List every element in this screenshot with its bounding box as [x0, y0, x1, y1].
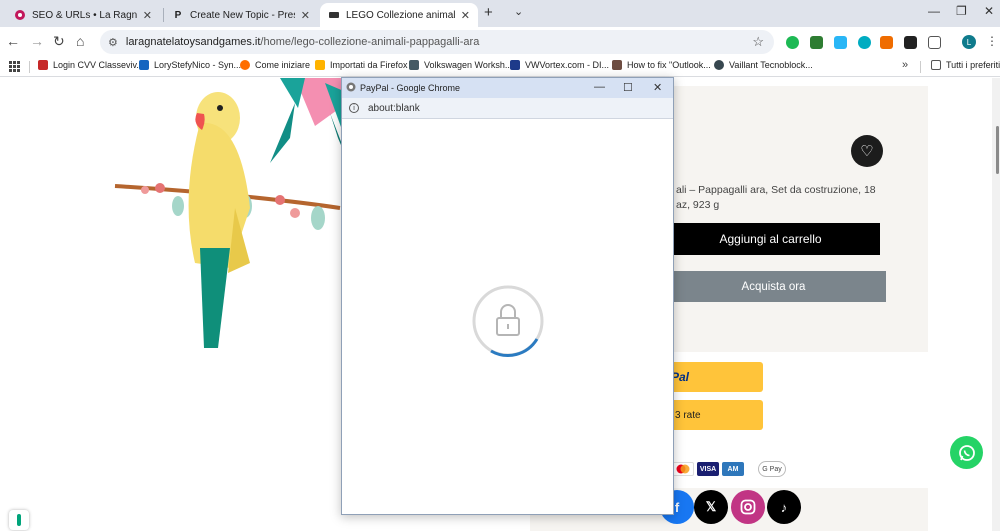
- tab-title: LEGO Collezione animali – Papp: [346, 9, 455, 21]
- ragnatela-favicon-icon: [14, 9, 26, 21]
- popup-title: PayPal - Google Chrome: [360, 83, 461, 93]
- scrollbar-thumb[interactable]: [996, 126, 999, 174]
- close-tab-icon[interactable]: ✕: [301, 9, 310, 22]
- extension-orange-icon[interactable]: [880, 36, 893, 49]
- bookmark-favicon-icon: [714, 60, 724, 70]
- visa-icon: VISA: [697, 462, 719, 476]
- paypal-installments-button[interactable]: 3 rate: [661, 400, 763, 430]
- bookmarks-divider: [920, 61, 921, 73]
- more-bookmarks-chevron-icon[interactable]: »: [902, 59, 908, 71]
- bookmark-favicon-icon: [612, 60, 622, 70]
- bookmark-item[interactable]: VWVortex.com - DI...: [510, 60, 609, 70]
- popup-url: about:blank: [368, 102, 420, 114]
- tab-lego-collezione[interactable]: LEGO Collezione animali – Papp ✕: [320, 3, 478, 27]
- lego-parrot-image: [114, 78, 360, 348]
- instagram-icon[interactable]: [731, 490, 765, 524]
- bookmark-item[interactable]: LoryStefyNico - Syn...: [139, 60, 241, 70]
- google-pay-icon: G Pay: [758, 461, 786, 477]
- installments-label: 3 rate: [675, 409, 701, 421]
- profile-avatar[interactable]: L: [962, 35, 976, 49]
- tiktok-icon[interactable]: ♪: [767, 490, 801, 524]
- cookie-settings-icon[interactable]: [9, 510, 29, 530]
- bookmark-item[interactable]: Vaillant Tecnoblock...: [714, 60, 813, 70]
- mastercard-icon: [672, 462, 694, 476]
- bookmark-favicon-icon: [139, 60, 149, 70]
- whatsapp-chat-icon[interactable]: [950, 436, 983, 469]
- tab-create-topic[interactable]: P Create New Topic - PrestaShop ✕: [164, 3, 318, 27]
- popup-titlebar[interactable]: PayPal - Google Chrome — ☐ ✕: [342, 78, 673, 98]
- tab-title: SEO & URLs • La Ragnatela Toy: [32, 9, 137, 21]
- bookmark-favicon-icon: [38, 60, 48, 70]
- bookmark-label: How to fix "Outlook...: [627, 60, 711, 70]
- tab-search-chevron-icon[interactable]: ⌄: [514, 5, 523, 18]
- folder-icon: [931, 60, 941, 70]
- tab-strip: SEO & URLs • La Ragnatela Toy ✕ P Create…: [0, 0, 1000, 27]
- bookmark-label: Vaillant Tecnoblock...: [729, 60, 813, 70]
- home-icon[interactable]: ⌂: [76, 33, 84, 49]
- paypal-popup-window[interactable]: PayPal - Google Chrome — ☐ ✕ i about:bla…: [341, 77, 674, 515]
- bookmark-star-icon[interactable]: ☆: [752, 34, 764, 50]
- product-description: ali – Pappagalli ara, Set da costruzione…: [676, 184, 876, 211]
- folder-icon: [315, 60, 325, 70]
- bookmarks-bar: Login CVV Classeviv... LoryStefyNico - S…: [0, 57, 1000, 77]
- bookmark-item[interactable]: Login CVV Classeviv...: [38, 60, 144, 70]
- url-path: /home/lego-collezione-animali-pappagalli…: [260, 36, 480, 48]
- extension-green-icon[interactable]: [786, 36, 799, 49]
- apps-grid-icon[interactable]: [9, 61, 20, 72]
- bookmark-label: VWVortex.com - DI...: [525, 60, 610, 70]
- prestashop-favicon-icon: P: [174, 9, 182, 21]
- bookmark-label: Login CVV Classeviv...: [53, 60, 144, 70]
- x-twitter-icon[interactable]: 𝕏: [694, 490, 728, 524]
- extension-react-icon[interactable]: [858, 36, 871, 49]
- buy-now-button[interactable]: Acquista ora: [661, 271, 886, 302]
- payment-methods: VISA AM G Pay: [672, 461, 786, 477]
- bookmark-item[interactable]: How to fix "Outlook...: [612, 60, 711, 70]
- popup-minimize-icon[interactable]: —: [594, 81, 605, 93]
- bookmark-item[interactable]: Come iniziare: [240, 60, 310, 70]
- url-host: laragnatelatoysandgames.it: [125, 36, 261, 48]
- new-tab-plus-icon[interactable]: +: [484, 4, 493, 21]
- site-settings-icon[interactable]: ⚙: [108, 36, 118, 49]
- tab-seo-urls[interactable]: SEO & URLs • La Ragnatela Toy ✕: [6, 3, 160, 27]
- tab-title: Create New Topic - PrestaShop: [190, 9, 295, 21]
- close-window-icon[interactable]: ✕: [984, 4, 994, 18]
- amex-icon: AM: [722, 462, 744, 476]
- bookmark-label: Tutti i preferiti: [946, 60, 1000, 70]
- bookmark-label: LoryStefyNico - Syn...: [154, 60, 242, 70]
- back-arrow-icon[interactable]: ←: [6, 33, 20, 49]
- minimize-icon[interactable]: —: [928, 4, 940, 18]
- wishlist-heart-icon[interactable]: ♡: [851, 135, 883, 167]
- extension-blue-icon[interactable]: [834, 36, 847, 49]
- extension-dark-icon[interactable]: [904, 36, 917, 49]
- address-bar[interactable]: ⚙ laragnatelatoysandgames.it/home/lego-c…: [100, 30, 774, 54]
- bookmark-item[interactable]: Volkswagen Worksh...: [409, 60, 512, 70]
- firefox-icon: [240, 60, 250, 70]
- chrome-icon: [346, 81, 356, 95]
- close-tab-icon[interactable]: ✕: [143, 9, 152, 22]
- reload-icon[interactable]: ↻: [53, 33, 65, 50]
- paypal-button[interactable]: Pal: [661, 362, 763, 392]
- popup-url-bar: i about:blank: [342, 98, 673, 119]
- bookmark-favicon-icon: [510, 60, 520, 70]
- restore-icon[interactable]: ❐: [956, 4, 967, 18]
- add-to-cart-button[interactable]: Aggiungi al carrello: [661, 223, 880, 255]
- info-icon[interactable]: i: [349, 103, 359, 113]
- all-bookmarks-folder[interactable]: Tutti i preferiti: [931, 60, 1000, 70]
- loading-lock-icon: [472, 285, 544, 357]
- bookmarks-divider: [29, 61, 30, 73]
- extensions-puzzle-icon[interactable]: [928, 36, 941, 49]
- bookmark-label: Come iniziare: [255, 60, 311, 70]
- extension-sheet-icon[interactable]: [810, 36, 823, 49]
- bookmark-item[interactable]: Importati da Firefox: [315, 60, 408, 70]
- browser-toolbar: ← → ↻ ⌂ ⚙ laragnatelatoysandgames.it/hom…: [0, 27, 1000, 57]
- bookmark-favicon-icon: [409, 60, 419, 70]
- close-tab-icon[interactable]: ✕: [461, 9, 470, 22]
- popup-close-icon[interactable]: ✕: [653, 81, 662, 94]
- browser-menu-icon[interactable]: ⋮: [986, 34, 998, 48]
- forward-arrow-icon[interactable]: →: [30, 33, 44, 49]
- bookmark-label: Importati da Firefox: [330, 60, 408, 70]
- bookmark-label: Volkswagen Worksh...: [424, 60, 513, 70]
- popup-maximize-icon[interactable]: ☐: [623, 81, 633, 94]
- lego-favicon-icon: [328, 9, 340, 21]
